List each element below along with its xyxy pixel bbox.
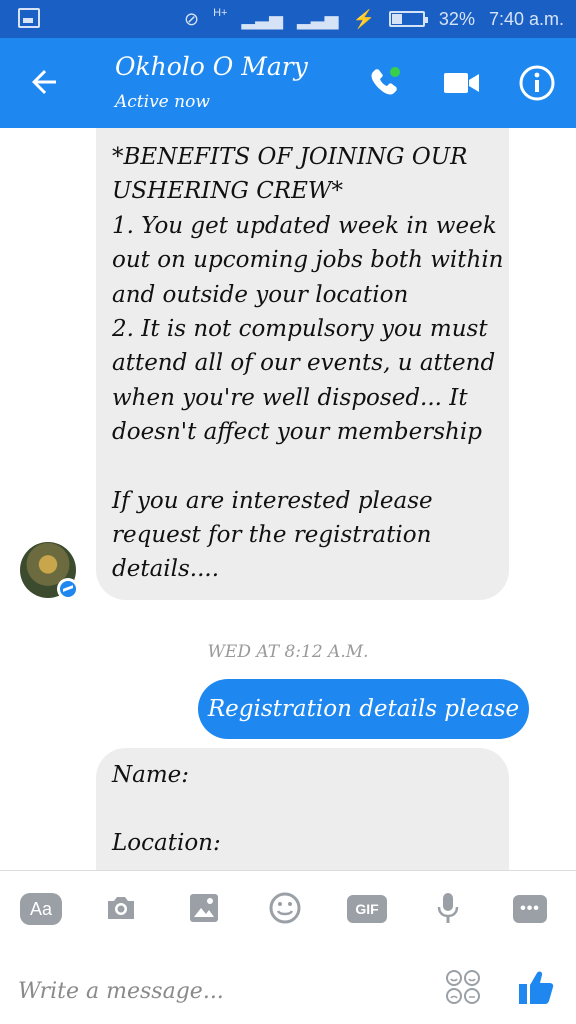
message-line: 1. You get updated week in week: [112, 212, 497, 239]
battery-icon: [388, 11, 428, 27]
contact-status: Active now: [115, 92, 210, 112]
conversation-header: Okholo O Mary Active now: [0, 38, 576, 128]
camera-icon: [108, 897, 134, 919]
thumbs-up-icon: [519, 971, 554, 1004]
message-line: doesn't affect your membership: [112, 419, 482, 446]
voice-call-button[interactable]: [366, 64, 404, 102]
message-line: 2. It is not compulsory you must: [112, 316, 488, 343]
signal-icon: ▂▃▅: [241, 9, 283, 29]
phone-icon: [371, 67, 400, 95]
like-button[interactable]: [516, 967, 556, 1007]
microphone-icon: [437, 893, 459, 923]
signal-icon-2: ▂▃▅: [296, 9, 339, 29]
incoming-message-bubble[interactable]: Name: Location:: [96, 748, 509, 870]
outgoing-message-bubble[interactable]: Registration details please: [198, 679, 529, 739]
message-line: and outside your location: [112, 281, 409, 308]
back-button[interactable]: [26, 64, 66, 104]
video-call-button[interactable]: [442, 68, 482, 98]
message-line: USHERING CREW*: [112, 178, 344, 205]
text-format-button[interactable]: Aa: [20, 893, 62, 925]
emoji-button[interactable]: [264, 891, 306, 925]
composer: Aa GIF ••• Write a message...: [0, 870, 576, 1024]
battery-percent: 32%: [438, 9, 475, 29]
message-line: when you're well disposed... It: [112, 384, 468, 411]
message-line: details....: [112, 556, 220, 583]
message-line: attend all of our events, u attend: [112, 350, 496, 377]
message-line: out on upcoming jobs both within: [112, 247, 504, 274]
info-button[interactable]: [518, 64, 556, 102]
contact-name[interactable]: Okholo O Mary: [115, 52, 308, 81]
sender-avatar[interactable]: [20, 542, 79, 600]
video-camera-icon: [444, 73, 479, 93]
back-arrow-icon: [32, 70, 56, 94]
gallery-button[interactable]: [183, 891, 225, 925]
message-list[interactable]: *BENEFITS OF JOINING OUR USHERING CREW* …: [0, 128, 576, 870]
gallery-notification-icon: [18, 8, 40, 28]
message-line: Name:: [112, 762, 190, 788]
incoming-message-bubble[interactable]: *BENEFITS OF JOINING OUR USHERING CREW* …: [96, 128, 509, 600]
sticker-button[interactable]: [445, 969, 481, 1005]
message-timestamp: WED AT 8:12 A.M.: [207, 642, 369, 662]
emoji-icon: [269, 892, 301, 924]
message-line: Location:: [112, 830, 221, 857]
input-row: [0, 961, 576, 1021]
camera-button[interactable]: [100, 891, 142, 925]
message-input[interactable]: [18, 973, 418, 1009]
charging-icon: ⚡: [352, 9, 375, 29]
message-gap: [112, 792, 493, 826]
do-not-disturb-icon: ⊘: [183, 9, 200, 29]
message-gap: [112, 450, 493, 484]
info-icon: [519, 65, 555, 101]
messenger-badge-icon: [57, 578, 79, 600]
battery-level: [391, 14, 402, 24]
emoji-grid-icon: [446, 970, 480, 1004]
more-options-button[interactable]: •••: [513, 895, 547, 923]
gif-button[interactable]: GIF: [347, 895, 387, 923]
status-bar: ⊘ H+ ▂▃▅ ▂▃▅ ⚡ 32% 7:40 a.m.: [0, 0, 576, 38]
voice-message-button[interactable]: [427, 891, 469, 925]
message-line: *BENEFITS OF JOINING OUR: [112, 144, 468, 170]
status-icons: ⊘ H+ ▂▃▅ ▂▃▅ ⚡ 32% 7:40 a.m.: [184, 8, 564, 30]
network-type: H+: [213, 7, 228, 19]
composer-toolbar: Aa GIF •••: [0, 871, 576, 947]
message-line: If you are interested please: [112, 487, 433, 514]
clock: 7:40 a.m.: [488, 9, 564, 29]
message-line: request for the registration: [112, 522, 432, 549]
image-icon: [190, 894, 218, 922]
